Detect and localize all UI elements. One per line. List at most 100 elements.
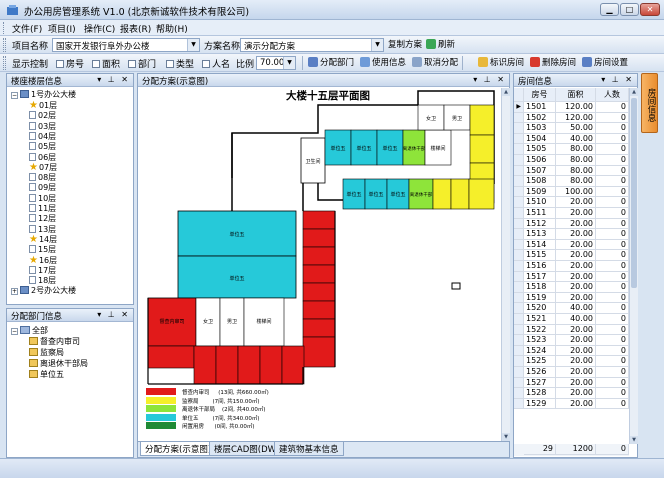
table-row[interactable]: 1508 80.00 0 bbox=[514, 176, 629, 187]
table-row[interactable]: 1513 20.00 0 bbox=[514, 229, 629, 240]
tree-building-2[interactable]: +2号办公大楼 bbox=[11, 285, 76, 295]
menu-file[interactable]: 文件(F) bbox=[12, 22, 42, 35]
room-inspect[interactable] bbox=[259, 345, 283, 385]
table-row[interactable]: 1516 20.00 0 bbox=[514, 261, 629, 272]
tree-floor-item[interactable]: 05层 bbox=[29, 141, 56, 151]
tree-floor-item[interactable]: 13层 bbox=[29, 224, 56, 234]
table-row[interactable]: 1504 40.00 0 bbox=[514, 133, 629, 145]
tree-floor-item[interactable]: 11层 bbox=[29, 203, 56, 213]
tree-dept-item[interactable]: 督查内审司 bbox=[29, 336, 80, 346]
tree-floor-item[interactable]: ★01层 bbox=[29, 100, 57, 111]
table-row[interactable]: 1518 20.00 0 bbox=[514, 282, 629, 293]
room-inspect[interactable] bbox=[281, 345, 305, 385]
tree-floor-item[interactable]: 18层 bbox=[29, 275, 56, 285]
tree-dept-root[interactable]: − 全部 bbox=[11, 325, 48, 335]
cancel-assign-button[interactable]: 取消分配 bbox=[410, 56, 460, 70]
table-row[interactable]: 1515 20.00 0 bbox=[514, 250, 629, 261]
room-settings-button[interactable]: 房间设置 bbox=[580, 56, 630, 70]
menu-project[interactable]: 项目(I) bbox=[48, 22, 76, 35]
tree-dept-item[interactable]: 监察局 bbox=[29, 347, 64, 357]
panel-pin-icon[interactable]: ▾ ⊥ ✕ bbox=[97, 75, 130, 84]
maximize-button[interactable]: □ bbox=[620, 3, 639, 16]
tree-floor-item[interactable]: 02层 bbox=[29, 110, 56, 120]
table-row[interactable]: ▶ 1501 120.00 0 bbox=[514, 102, 629, 113]
room-supervision[interactable] bbox=[469, 134, 495, 164]
room-scrollbar[interactable]: ▲ ▼ bbox=[629, 88, 638, 444]
room-inspect[interactable] bbox=[215, 345, 239, 385]
tab-scheme[interactable]: 分配方案(示意图) bbox=[140, 442, 217, 456]
scheme-select[interactable]: 演示分配方案 ▼ bbox=[240, 38, 384, 52]
room-inspect[interactable] bbox=[302, 300, 336, 320]
table-row[interactable]: 1522 20.00 0 bbox=[514, 324, 629, 336]
room-inspect[interactable] bbox=[302, 336, 336, 368]
menu-help[interactable]: 帮助(H) bbox=[156, 22, 188, 35]
table-row[interactable]: 1525 20.00 0 bbox=[514, 356, 629, 367]
room-supervision[interactable] bbox=[468, 178, 495, 210]
col-room-no[interactable]: 房号 bbox=[524, 88, 556, 102]
panel-pin-icon[interactable]: ▾ ⊥ ✕ bbox=[97, 310, 130, 319]
tree-floor-item[interactable]: ★14层 bbox=[29, 234, 57, 244]
tree-floor-item[interactable]: 10层 bbox=[29, 193, 56, 203]
dept-checkbox[interactable]: 部门 bbox=[128, 57, 156, 70]
table-row[interactable]: 1527 20.00 0 bbox=[514, 377, 629, 389]
col-area[interactable]: 面积 bbox=[556, 88, 596, 102]
table-row[interactable]: 1507 80.00 0 bbox=[514, 165, 629, 177]
table-row[interactable]: 1524 20.00 0 bbox=[514, 345, 629, 357]
side-tab-room-info[interactable]: 房间信息 bbox=[641, 73, 658, 133]
room-inspect[interactable] bbox=[237, 345, 261, 385]
tree-floor-item[interactable]: 15层 bbox=[29, 244, 56, 254]
menu-report[interactable]: 报表(R) bbox=[120, 22, 151, 35]
type-checkbox[interactable]: 类型 bbox=[166, 57, 194, 70]
table-row[interactable]: 1521 40.00 0 bbox=[514, 314, 629, 325]
tree-dept-item[interactable]: 单位五 bbox=[29, 369, 64, 379]
tree-dept-item[interactable]: 离退休干部局 bbox=[29, 358, 88, 368]
room-inspect[interactable] bbox=[302, 282, 336, 302]
area-checkbox[interactable]: 面积 bbox=[92, 57, 120, 70]
assign-dept-button[interactable]: 分配部门 bbox=[306, 56, 356, 70]
menu-operate[interactable]: 操作(C) bbox=[84, 22, 115, 35]
table-row[interactable]: 1514 20.00 0 bbox=[514, 239, 629, 251]
tree-floor-item[interactable]: ★16层 bbox=[29, 255, 57, 265]
person-checkbox[interactable]: 人名 bbox=[202, 57, 230, 70]
table-row[interactable]: 1512 20.00 0 bbox=[514, 218, 629, 230]
tree-floor-item[interactable]: 17层 bbox=[29, 265, 56, 275]
table-row[interactable]: 1505 80.00 0 bbox=[514, 144, 629, 155]
room-inspect[interactable] bbox=[302, 318, 336, 338]
plan-scrollbar[interactable]: ▲ ▼ bbox=[501, 88, 510, 441]
tab-building-info[interactable]: 建筑物基本信息 bbox=[274, 442, 344, 456]
room-inspect[interactable] bbox=[302, 246, 336, 266]
tree-floor-item[interactable]: 09层 bbox=[29, 182, 56, 192]
use-info-button[interactable]: 使用信息 bbox=[358, 56, 408, 70]
table-row[interactable]: 1520 40.00 0 bbox=[514, 303, 629, 314]
room-supervision[interactable] bbox=[432, 178, 452, 210]
tree-floor-item[interactable]: 04层 bbox=[29, 131, 56, 141]
room-inspect[interactable] bbox=[147, 345, 195, 369]
table-row[interactable]: 1502 120.00 0 bbox=[514, 112, 629, 124]
panel-pin-icon[interactable]: ▾ ⊥ ✕ bbox=[601, 75, 634, 84]
room-no-checkbox[interactable]: 房号 bbox=[56, 57, 84, 70]
room-inspect[interactable] bbox=[302, 210, 336, 230]
table-row[interactable]: 1528 20.00 0 bbox=[514, 388, 629, 399]
table-row[interactable]: 1523 20.00 0 bbox=[514, 335, 629, 346]
table-row[interactable]: 1506 80.00 0 bbox=[514, 155, 629, 166]
floor-plan-canvas[interactable]: 大楼十五层平面图 卫生间 单位五 单位五 单位五 离退休干部 楼梯间 女卫 男卫 bbox=[138, 88, 501, 441]
room-inspect[interactable] bbox=[302, 264, 336, 284]
table-row[interactable]: 1517 20.00 0 bbox=[514, 271, 629, 283]
table-row[interactable]: 1510 20.00 0 bbox=[514, 197, 629, 208]
col-persons[interactable]: 人数 bbox=[596, 88, 629, 102]
tree-floor-item[interactable]: 08层 bbox=[29, 172, 56, 182]
refresh-button[interactable]: 刷新 bbox=[424, 38, 457, 52]
project-select[interactable]: 国家开发银行阜外办公楼 ▼ bbox=[52, 38, 200, 52]
copy-scheme-button[interactable]: 复制方案 bbox=[386, 38, 424, 52]
room-supervision[interactable] bbox=[469, 104, 495, 136]
room-supervision[interactable] bbox=[450, 178, 470, 210]
table-row[interactable]: 1526 20.00 0 bbox=[514, 367, 629, 378]
tree-floor-item[interactable]: 12层 bbox=[29, 213, 56, 223]
tree-floor-item[interactable]: 03层 bbox=[29, 121, 56, 131]
table-row[interactable]: 1529 20.00 0 bbox=[514, 398, 629, 410]
room-inspect[interactable] bbox=[302, 228, 336, 248]
tree-building-1[interactable]: −1号办公大楼 bbox=[11, 89, 76, 99]
room-inspect[interactable] bbox=[193, 345, 217, 385]
tree-floor-item[interactable]: 06层 bbox=[29, 152, 56, 162]
close-button[interactable]: ✕ bbox=[640, 3, 660, 16]
